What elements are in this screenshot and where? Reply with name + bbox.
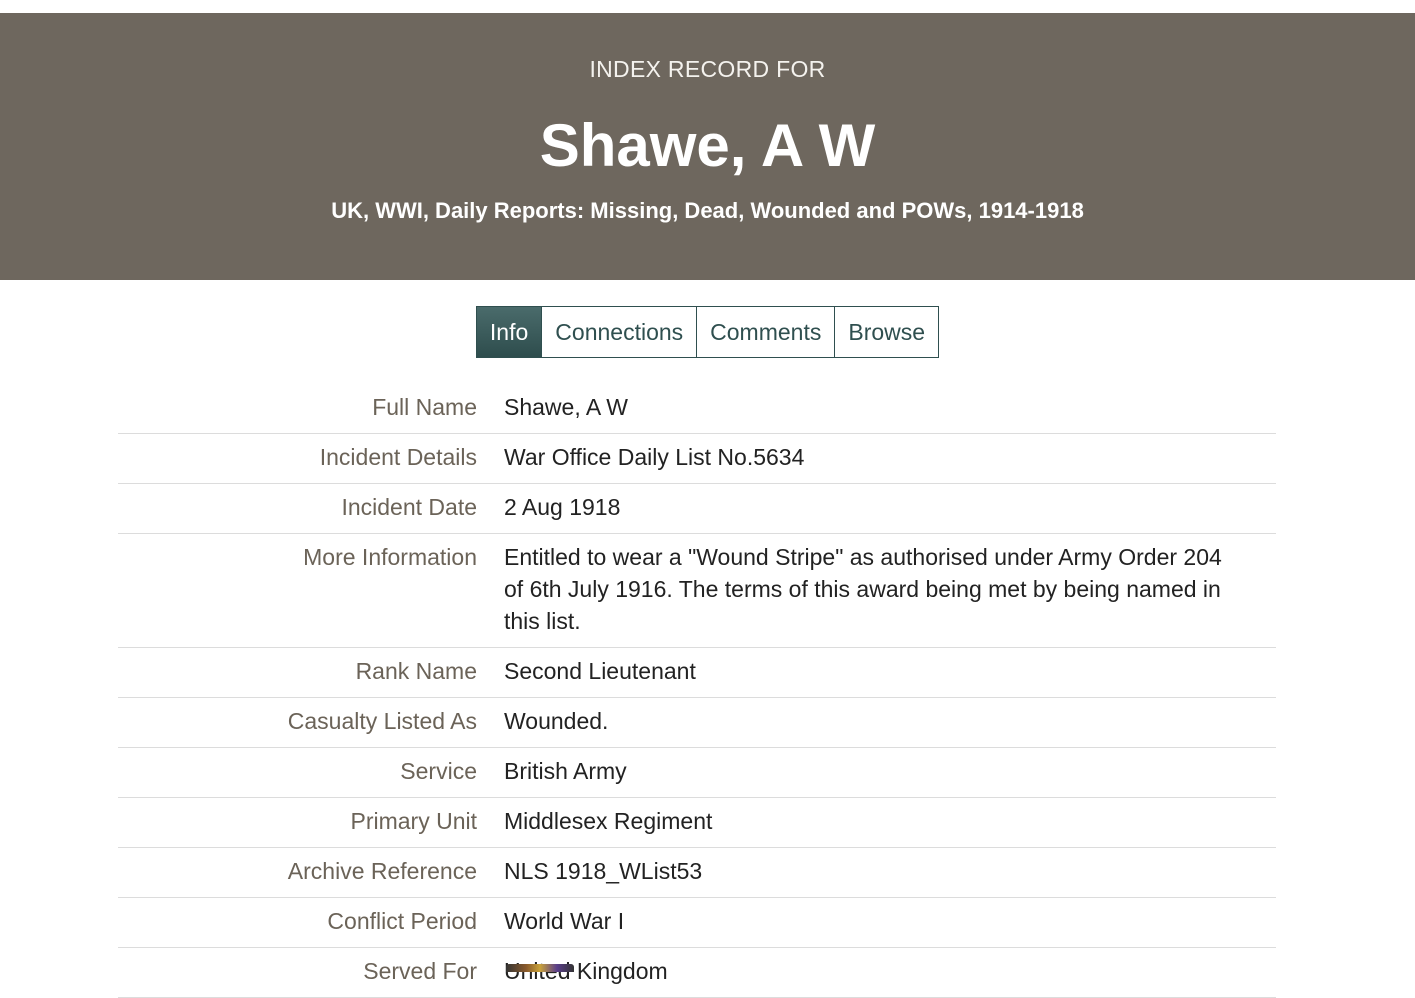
detail-label: Full Name	[372, 394, 477, 420]
detail-value: British Army	[504, 758, 627, 784]
detail-row-service: Service British Army	[118, 748, 1276, 798]
tab-connections[interactable]: Connections	[542, 306, 698, 358]
page-title: Shawe, A W	[539, 112, 876, 179]
detail-value: Entitled to wear a "Wound Stripe" as aut…	[504, 544, 1222, 634]
record-tabs: Info Connections Comments Browse	[0, 306, 1415, 358]
detail-value: World War I	[504, 908, 625, 934]
detail-label: Conflict Period	[327, 908, 477, 934]
detail-value: Shawe, A W	[504, 394, 629, 420]
detail-row-incident-details: Incident Details War Office Daily List N…	[118, 434, 1276, 484]
tab-browse[interactable]: Browse	[835, 306, 940, 358]
tab-info[interactable]: Info	[475, 306, 543, 358]
detail-row-incident-date: Incident Date 2 Aug 1918	[118, 484, 1276, 534]
detail-row-primary-unit: Primary Unit Middlesex Regiment	[118, 798, 1276, 848]
detail-row-conflict-period: Conflict Period World War I	[118, 898, 1276, 948]
detail-row-served-for: Served For United Kingdom	[118, 948, 1276, 998]
detail-value: War Office Daily List No.5634	[504, 444, 805, 470]
header-eyebrow: INDEX RECORD FOR	[589, 56, 826, 82]
detail-label: Primary Unit	[350, 808, 477, 834]
tab-comments[interactable]: Comments	[697, 306, 836, 358]
detail-label: Casualty Listed As	[287, 708, 477, 734]
detail-value: Second Lieutenant	[504, 658, 696, 684]
detail-label: Archive Reference	[287, 858, 477, 884]
detail-label: Incident Date	[341, 494, 477, 520]
detail-value: 2 Aug 1918	[504, 494, 621, 520]
record-details: Full Name Shawe, A W Incident Details Wa…	[118, 384, 1276, 998]
detail-row-more-information: More Information Entitled to wear a "Wou…	[118, 534, 1276, 648]
detail-label: Incident Details	[319, 444, 477, 470]
detail-row-archive-reference: Archive Reference NLS 1918_WList53	[118, 848, 1276, 898]
collection-link[interactable]: UK, WWI, Daily Reports: Missing, Dead, W…	[0, 198, 1415, 224]
detail-row-full-name: Full Name Shawe, A W	[118, 384, 1276, 434]
record-image-thumbnail[interactable]	[506, 964, 574, 972]
detail-row-casualty-listed-as: Casualty Listed As Wounded.	[118, 698, 1276, 748]
detail-label: Rank Name	[355, 658, 477, 684]
detail-label: Service	[400, 758, 477, 784]
detail-value: Middlesex Regiment	[504, 808, 713, 834]
detail-label: Served For	[363, 958, 477, 984]
record-header: INDEX RECORD FOR Shawe, A W UK, WWI, Dai…	[0, 13, 1415, 280]
detail-value: United Kingdom	[504, 958, 668, 984]
detail-value: Wounded.	[504, 708, 609, 734]
detail-value: NLS 1918_WList53	[504, 858, 703, 884]
detail-row-rank-name: Rank Name Second Lieutenant	[118, 648, 1276, 698]
detail-label: More Information	[303, 544, 477, 570]
top-strip	[0, 0, 1415, 13]
